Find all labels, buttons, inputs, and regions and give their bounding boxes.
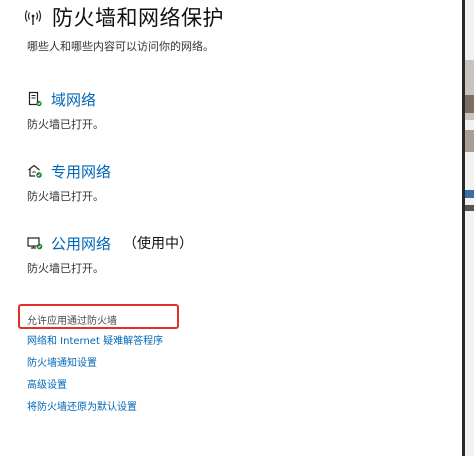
public-network-link[interactable]: 公用网络 (51, 233, 111, 254)
private-network-status: 防火墙已打开。 (27, 190, 104, 203)
antenna-signal-icon (22, 7, 44, 29)
allow-app-through-firewall-link[interactable]: 允许应用通过防火墙 (27, 312, 117, 327)
public-network-icon (27, 235, 43, 251)
network-troubleshooter-link[interactable]: 网络和 Internet 疑难解答程序 (27, 336, 163, 348)
domain-network-section: 域网络 防火墙已打开。 (27, 88, 104, 132)
background-window-strip (465, 0, 474, 456)
private-network-link[interactable]: 专用网络 (51, 161, 111, 182)
domain-network-status: 防火墙已打开。 (27, 118, 104, 131)
restore-firewall-defaults-link[interactable]: 将防火墙还原为默认设置 (27, 402, 163, 414)
public-network-status: 防火墙已打开。 (27, 262, 104, 275)
private-network-section: 专用网络 防火墙已打开。 (27, 160, 111, 204)
page-header: 防火墙和网络保护 (22, 4, 224, 32)
page-title: 防火墙和网络保护 (52, 6, 224, 30)
domain-network-link[interactable]: 域网络 (51, 89, 96, 110)
firewall-notification-settings-link[interactable]: 防火墙通知设置 (27, 358, 163, 370)
page-subtitle: 哪些人和哪些内容可以访问你的网络。 (27, 40, 214, 53)
firewall-network-protection-page: 防火墙和网络保护 哪些人和哪些内容可以访问你的网络。 域网络 防火墙已打开。 专… (0, 0, 474, 456)
advanced-settings-link[interactable]: 高级设置 (27, 380, 163, 392)
private-network-icon (27, 163, 43, 179)
related-links: 网络和 Internet 疑难解答程序 防火墙通知设置 高级设置 将防火墙还原为… (27, 336, 163, 414)
domain-network-icon (27, 91, 43, 107)
public-network-section: 公用网络 （使用中） 防火墙已打开。 (27, 232, 193, 276)
public-network-in-use: （使用中） (123, 236, 194, 252)
